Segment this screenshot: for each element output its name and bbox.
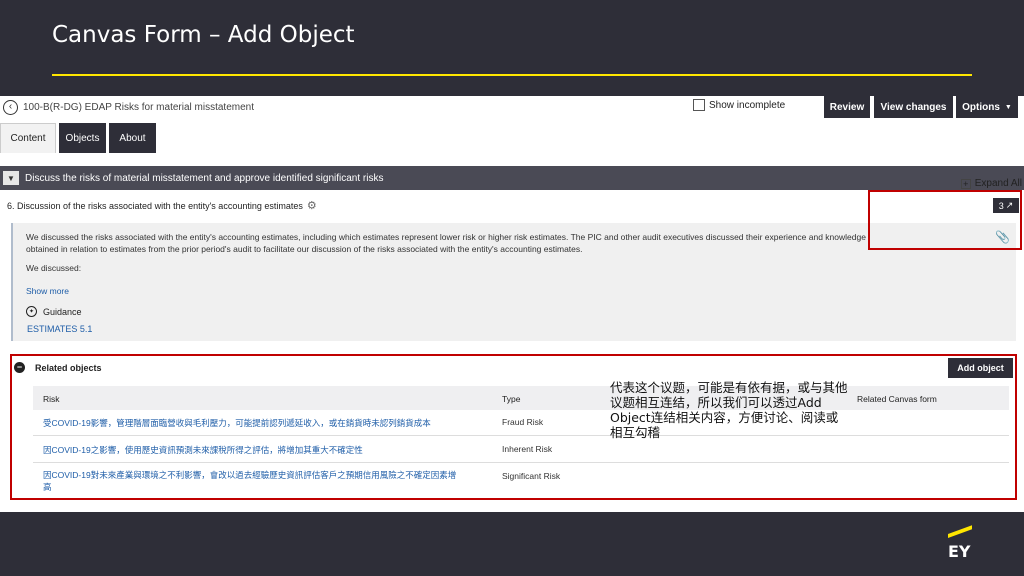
show-incomplete-checkbox[interactable] — [693, 99, 705, 111]
guidance-label: Guidance — [43, 306, 82, 317]
chevron-down-icon: ▼ — [1004, 103, 1012, 111]
compass-icon: ✦ — [26, 306, 37, 317]
risk-type: Significant Risk — [502, 471, 561, 481]
options-button[interactable]: Options ▼ — [956, 96, 1018, 118]
annotation-callout: 代表这个议题，可能是有依有据，或与其他议题相互连结，所以我们可以透过Add Ob… — [610, 380, 848, 440]
paperclip-icon[interactable]: 📎 — [995, 230, 1010, 244]
tab-objects[interactable]: Objects — [59, 123, 106, 153]
related-objects-header[interactable]: − Related objects — [14, 362, 102, 373]
table-row: 因COVID-19之影響，使用歷史資訊預測未來課稅所得之評估，將增加其重大不確定… — [33, 436, 1009, 463]
view-changes-button[interactable]: View changes — [874, 96, 953, 118]
show-more-link[interactable]: Show more — [26, 286, 69, 296]
table-header: Risk Type Related Canvas form — [33, 386, 1009, 410]
estimates-link[interactable]: ESTIMATES 5.1 — [27, 324, 92, 334]
show-incomplete-label: Show incomplete — [709, 99, 786, 111]
risk-type: Fraud Risk — [502, 417, 544, 427]
tab-about[interactable]: About — [109, 123, 156, 153]
ey-logo-text: EY — [948, 542, 971, 561]
section-title: Discuss the risks of material misstateme… — [25, 172, 384, 184]
section-header[interactable]: ▼ Discuss the risks of material misstate… — [0, 166, 1024, 190]
related-objects-title: Related objects — [35, 362, 102, 373]
question-text: We discussed the risks associated with t… — [26, 232, 866, 254]
tab-content[interactable]: Content — [0, 123, 56, 153]
review-button[interactable]: Review — [824, 96, 870, 118]
slide-title: Canvas Form – Add Object — [52, 22, 355, 48]
collapse-minus-icon[interactable]: − — [14, 362, 25, 373]
column-header-related-canvas-form[interactable]: Related Canvas form — [857, 394, 937, 404]
ey-logo-bar — [948, 525, 972, 538]
we-discussed-text: We discussed: — [26, 263, 82, 273]
link-icon: ↗ — [1005, 200, 1014, 210]
canvas-form-window: ‹ 100-B(R-DG) EDAP Risks for material mi… — [0, 96, 1024, 512]
collapse-icon[interactable]: ▼ — [3, 171, 19, 185]
ey-logo: EY — [948, 525, 974, 564]
expand-all-button[interactable]: + Expand All — [960, 178, 1022, 189]
question-title-row: 6. Discussion of the risks associated wi… — [7, 199, 317, 212]
risk-link[interactable]: 因COVID-19對未來產業與環境之不利影響，會改以過去經驗歷史資訊評估客戶之預… — [43, 469, 463, 493]
table-row: 因COVID-19對未來產業與環境之不利影響，會改以過去經驗歷史資訊評估客戶之預… — [33, 463, 1009, 497]
title-underline — [52, 74, 972, 76]
related-objects-panel: − Related objects Add object Risk Type R… — [10, 354, 1017, 500]
expand-all-label: Expand All — [974, 178, 1022, 189]
related-count: 3 — [998, 200, 1004, 211]
expand-icon: + — [960, 178, 971, 189]
add-object-button[interactable]: Add object — [948, 358, 1013, 378]
related-objects-badge[interactable]: 3 ↗ — [993, 198, 1019, 213]
tab-bar: Content Objects About — [0, 123, 159, 153]
related-count-highlight: 3 ↗ 📎 — [868, 190, 1022, 250]
guidance-link[interactable]: ✦ Guidance — [26, 306, 82, 317]
options-label: Options — [962, 101, 1000, 113]
risk-type: Inherent Risk — [502, 444, 553, 454]
table-row: 受COVID-19影響，管理階層面臨營收與毛利壓力，可能提前認列遞延收入，或在銷… — [33, 410, 1009, 436]
risk-link[interactable]: 受COVID-19影響，管理階層面臨營收與毛利壓力，可能提前認列遞延收入，或在銷… — [43, 417, 463, 429]
column-header-risk[interactable]: Risk — [43, 394, 60, 404]
document-title: 100-B(R-DG) EDAP Risks for material miss… — [23, 101, 254, 113]
top-bar: ‹ 100-B(R-DG) EDAP Risks for material mi… — [0, 96, 1024, 118]
question-title: 6. Discussion of the risks associated wi… — [7, 200, 303, 211]
question-body: We discussed the risks associated with t… — [11, 223, 1016, 341]
back-icon[interactable]: ‹ — [3, 99, 18, 115]
risk-link[interactable]: 因COVID-19之影響，使用歷史資訊預測未來課稅所得之評估，將增加其重大不確定… — [43, 444, 463, 456]
show-incomplete-toggle[interactable]: Show incomplete — [693, 99, 785, 111]
gear-icon[interactable]: ⚙ — [307, 199, 317, 212]
column-header-type[interactable]: Type — [502, 394, 520, 404]
